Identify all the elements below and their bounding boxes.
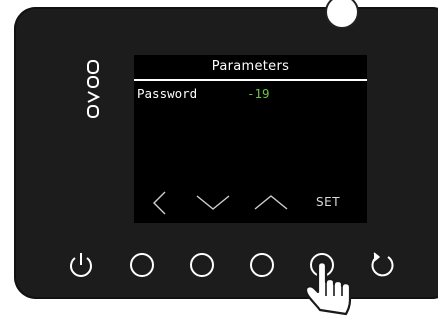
softkey-set-label: SET bbox=[316, 195, 341, 209]
parameter-label: Password bbox=[137, 86, 198, 101]
chevron-down-icon bbox=[196, 191, 230, 215]
chevron-left-icon bbox=[152, 191, 168, 215]
refresh-button[interactable] bbox=[367, 250, 397, 280]
controller-panel: Parameters Password -19 SET bbox=[14, 0, 438, 299]
screen-title: Parameters bbox=[211, 59, 290, 74]
display-screen: Parameters Password -19 SET bbox=[134, 55, 367, 223]
hand-pointer-icon bbox=[304, 261, 352, 316]
circle-button-icon bbox=[130, 253, 154, 277]
down-button[interactable] bbox=[187, 250, 217, 280]
power-icon bbox=[70, 253, 92, 277]
stage: Parameters Password -19 SET bbox=[0, 0, 438, 317]
circle-button-icon bbox=[190, 253, 214, 277]
circle-button-icon bbox=[250, 253, 274, 277]
left-button[interactable] bbox=[127, 250, 157, 280]
softkey-bar: SET bbox=[134, 191, 367, 215]
top-knob bbox=[325, 0, 359, 29]
chevron-up-icon bbox=[254, 191, 288, 215]
brand-logo bbox=[87, 60, 100, 118]
parameter-value: -19 bbox=[247, 86, 270, 101]
title-divider bbox=[134, 79, 367, 81]
refresh-icon bbox=[371, 252, 394, 277]
button-row bbox=[14, 250, 438, 290]
up-button[interactable] bbox=[247, 250, 277, 280]
power-button[interactable] bbox=[66, 250, 96, 280]
